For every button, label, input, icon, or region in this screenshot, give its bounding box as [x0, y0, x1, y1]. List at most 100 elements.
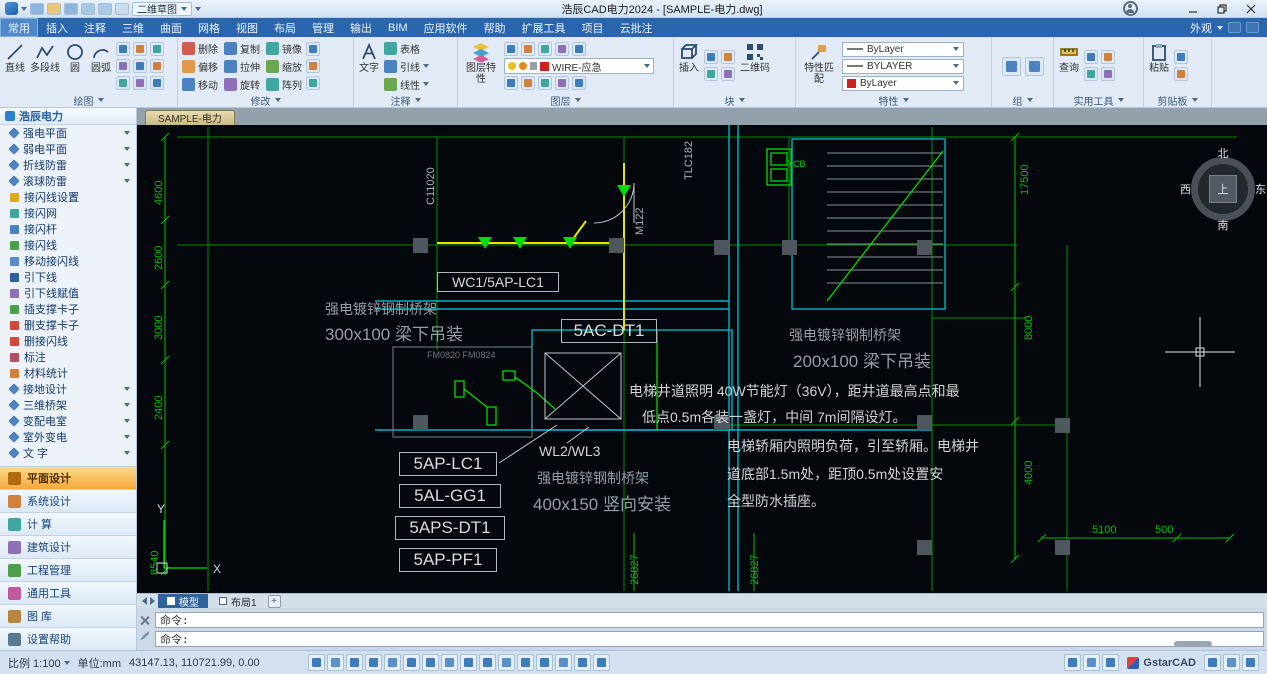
expand-arrow-icon[interactable]	[124, 387, 130, 391]
menu-tab-布局[interactable]: 布局	[266, 18, 304, 37]
compass-south[interactable]: 南	[1218, 217, 1229, 233]
layer-combo[interactable]: WIRE-应急	[504, 58, 654, 74]
menu-tab-管理[interactable]: 管理	[304, 18, 342, 37]
mini-tool-icon[interactable]	[306, 59, 320, 73]
lineweight-combo[interactable]: ByLayer	[842, 76, 964, 91]
ungroup-icon[interactable]	[1025, 57, 1044, 76]
sidebar-item-室外变电[interactable]: 室外变电	[0, 429, 136, 445]
lock-ui-icon[interactable]	[1223, 654, 1240, 671]
match-properties-button[interactable]: 特性匹配	[800, 39, 838, 93]
sidebar-item-插支撑卡子[interactable]: 插支撑卡子	[0, 301, 136, 317]
erase-button[interactable]: 删除	[182, 40, 218, 56]
sidebar-section-设置帮助[interactable]: 设置帮助	[0, 627, 136, 650]
pin-ribbon-icon[interactable]	[1246, 22, 1259, 33]
mirror-button[interactable]: 镜像	[266, 40, 302, 56]
sidebar-item-接地设计[interactable]: 接地设计	[0, 381, 136, 397]
transparency-icon[interactable]	[460, 654, 477, 671]
minimize-ribbon-icon[interactable]	[1228, 22, 1241, 33]
tab-nav-back-icon[interactable]	[142, 597, 147, 605]
drawing-canvas[interactable]: C11020TLC182M122460026003000240085401750…	[137, 125, 1267, 593]
layers-panel-label[interactable]: 图层	[458, 93, 673, 107]
menu-tab-输出[interactable]: 输出	[342, 18, 380, 37]
paste-button[interactable]: 粘贴	[1148, 39, 1170, 93]
block-panel-label[interactable]: 块	[674, 93, 795, 107]
layer-on-icon[interactable]	[508, 62, 516, 70]
sidebar-item-接闪网[interactable]: 接闪网	[0, 205, 136, 221]
sidebar-item-接闪线[interactable]: 接闪线	[0, 237, 136, 253]
menu-tab-网格[interactable]: 网格	[190, 18, 228, 37]
compass-north[interactable]: 北	[1218, 145, 1229, 161]
sidebar-item-文字[interactable]: 文 字	[0, 445, 136, 461]
workspace-combo[interactable]: 二维草图	[132, 2, 192, 16]
move-button[interactable]: 移动	[182, 76, 218, 92]
annotation-monitor-icon[interactable]	[1064, 654, 1081, 671]
mini-tool-icon[interactable]	[306, 76, 320, 90]
sidebar-item-滚球防雷[interactable]: 滚球防雷	[0, 173, 136, 189]
sidebar-item-折线防雷[interactable]: 折线防雷	[0, 157, 136, 173]
app-logo-icon[interactable]	[5, 2, 18, 15]
mini-tool-icon[interactable]	[538, 76, 552, 90]
menu-tab-三维[interactable]: 三维	[114, 18, 152, 37]
sidebar-item-材料统计[interactable]: 材料统计	[0, 365, 136, 381]
isolate-objects-icon[interactable]	[1102, 654, 1119, 671]
menu-tab-帮助[interactable]: 帮助	[476, 18, 514, 37]
group-create-icon[interactable]	[1002, 57, 1021, 76]
annotation-scale-icon[interactable]	[536, 654, 553, 671]
menu-tab-视图[interactable]: 视图	[228, 18, 266, 37]
tab-nav-forward-icon[interactable]	[150, 597, 155, 605]
grid-icon[interactable]	[327, 654, 344, 671]
dynamic-input-icon[interactable]	[422, 654, 439, 671]
sidebar-section-建筑设计[interactable]: 建筑设计	[0, 535, 136, 558]
compass-east[interactable]: 东	[1255, 181, 1266, 197]
arc-button[interactable]: 圆弧	[90, 39, 112, 93]
clipboard-panel-label[interactable]: 剪贴板	[1144, 93, 1211, 107]
print-icon[interactable]	[115, 3, 129, 15]
polyline-button[interactable]: 多段线	[30, 39, 60, 93]
mini-tool-icon[interactable]	[504, 42, 518, 56]
qrcode-button[interactable]: 二维码	[740, 39, 770, 93]
layer-properties-button[interactable]: 图层特性	[462, 39, 500, 93]
circle-button[interactable]: 圆	[64, 39, 86, 93]
clean-screen-icon[interactable]	[1242, 654, 1259, 671]
mini-tool-icon[interactable]	[521, 42, 535, 56]
sidebar-section-工程管理[interactable]: 工程管理	[0, 558, 136, 581]
3d-object-snap-icon[interactable]	[498, 654, 515, 671]
linetype-combo[interactable]: BYLAYER	[842, 59, 964, 74]
menu-tab-常用[interactable]: 常用	[0, 18, 38, 37]
menu-tab-扩展工具[interactable]: 扩展工具	[514, 18, 574, 37]
mini-tool-icon[interactable]	[721, 67, 735, 81]
mini-tool-icon[interactable]	[1101, 50, 1115, 64]
mini-tool-icon[interactable]	[133, 42, 147, 56]
menu-tab-项目[interactable]: 项目	[574, 18, 612, 37]
close-button[interactable]	[1236, 0, 1265, 18]
modify-panel-label[interactable]: 修改	[178, 93, 353, 107]
new-file-icon[interactable]	[30, 3, 44, 15]
menu-tab-曲面[interactable]: 曲面	[152, 18, 190, 37]
menu-tab-云批注[interactable]: 云批注	[612, 18, 661, 37]
mini-tool-icon[interactable]	[116, 76, 130, 90]
sidebar-item-标注[interactable]: 标注	[0, 349, 136, 365]
snap-icon[interactable]	[308, 654, 325, 671]
ortho-icon[interactable]	[346, 654, 363, 671]
mini-tool-icon[interactable]	[555, 42, 569, 56]
model-tab[interactable]: 模型	[158, 594, 208, 609]
copy-button[interactable]: 复制	[224, 40, 260, 56]
lineweight-icon[interactable]	[441, 654, 458, 671]
sidebar-section-系统设计[interactable]: 系统设计	[0, 489, 136, 512]
mini-tool-icon[interactable]	[150, 42, 164, 56]
measure-button[interactable]: 查询	[1058, 39, 1080, 93]
menu-tab-应用软件[interactable]: 应用软件	[416, 18, 476, 37]
draw-panel-label[interactable]: 绘图	[0, 93, 177, 107]
scale-control[interactable]: 比例 1:100	[8, 655, 70, 671]
mini-tool-icon[interactable]	[521, 76, 535, 90]
sidebar-item-强电平面[interactable]: 强电平面	[0, 125, 136, 141]
app-menu-arrow-icon[interactable]	[21, 7, 27, 11]
sidebar-section-通用工具[interactable]: 通用工具	[0, 581, 136, 604]
mini-tool-icon[interactable]	[306, 42, 320, 56]
command-resize-grip[interactable]	[1174, 641, 1212, 647]
sidebar-item-三维桥架[interactable]: 三维桥架	[0, 397, 136, 413]
expand-arrow-icon[interactable]	[124, 147, 130, 151]
save-icon[interactable]	[64, 3, 78, 15]
expand-arrow-icon[interactable]	[124, 131, 130, 135]
expand-arrow-icon[interactable]	[124, 403, 130, 407]
